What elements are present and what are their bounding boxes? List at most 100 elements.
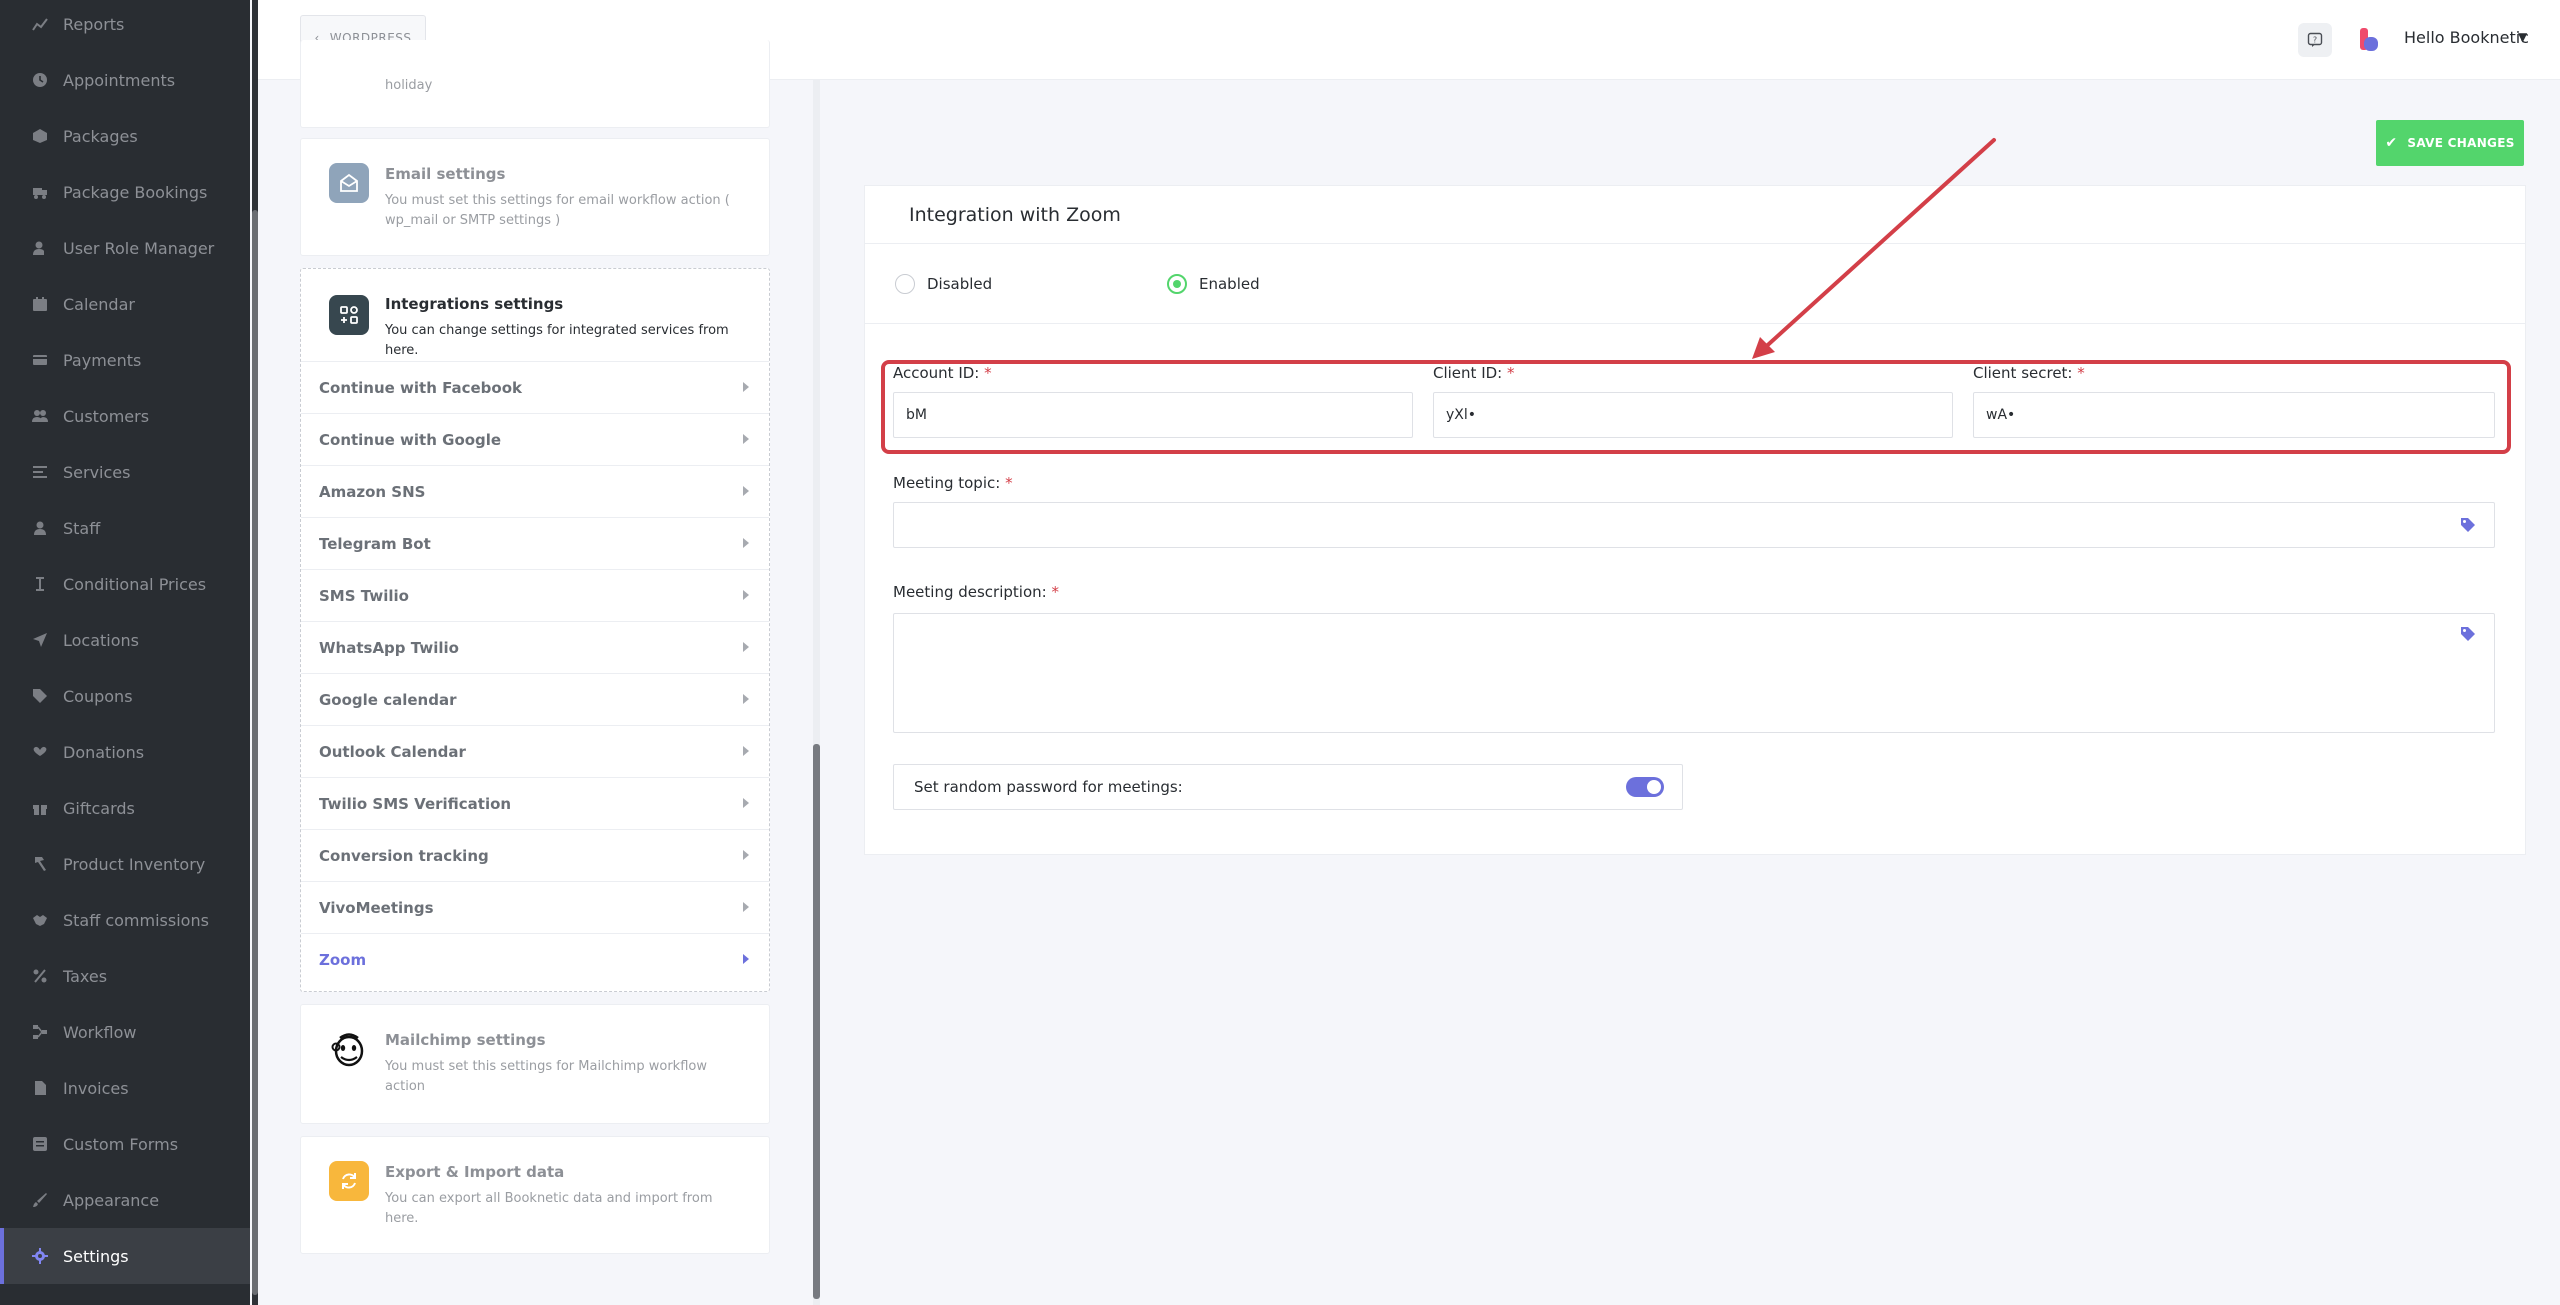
forms-icon (31, 1135, 49, 1153)
export-import-card[interactable]: Export & Import data You can export all … (300, 1136, 770, 1254)
sidebar-item-user-role-manager[interactable]: User Role Manager (0, 220, 250, 276)
sidebar-item-product-inventory[interactable]: Product Inventory (0, 836, 250, 892)
meeting-topic-label: Meeting topic: * (893, 474, 1013, 492)
workflow-icon (31, 1023, 49, 1041)
integration-item-whatsapp-twilio[interactable]: WhatsApp Twilio (301, 621, 769, 673)
caret-right-icon (743, 850, 749, 860)
radio-disabled[interactable]: Disabled (895, 274, 992, 294)
toggle-knob (1647, 780, 1661, 794)
integration-item-vivomeetings[interactable]: VivoMeetings (301, 881, 769, 933)
help-chat-button[interactable]: ? (2298, 23, 2332, 57)
sidebar-item-staff[interactable]: Staff (0, 500, 250, 556)
random-password-row: Set random password for meetings: (893, 764, 1683, 810)
tag-icon[interactable] (2459, 516, 2477, 534)
client-id-input[interactable] (1433, 392, 1953, 438)
sidebar-item-label: Conditional Prices (63, 574, 207, 594)
save-changes-button[interactable]: ✔ SAVE CHANGES (2376, 120, 2524, 166)
chevron-down-icon[interactable]: ▼ (2518, 30, 2527, 44)
meeting-description-input[interactable] (893, 613, 2495, 733)
radio-disabled-label: Disabled (927, 275, 993, 293)
integration-item-amazon-sns[interactable]: Amazon SNS (301, 465, 769, 517)
integration-item-outlook-calendar[interactable]: Outlook Calendar (301, 725, 769, 777)
sidebar-item-reports[interactable]: Reports (0, 0, 250, 52)
sidebar-item-label: Appearance (63, 1190, 160, 1210)
caret-right-icon (743, 538, 749, 548)
meeting-topic-input[interactable] (893, 502, 2495, 548)
envelope-open-icon (329, 163, 369, 203)
sidebar-item-giftcards[interactable]: Giftcards (0, 780, 250, 836)
integration-item-continue-with-google[interactable]: Continue with Google (301, 413, 769, 465)
integration-item-label: Telegram Bot (319, 534, 431, 553)
tag-icon[interactable] (2459, 625, 2477, 643)
sidebar-item-payments[interactable]: Payments (0, 332, 250, 388)
sidebar-scroll-thumb[interactable] (252, 210, 258, 1295)
sidebar-item-packages[interactable]: Packages (0, 108, 250, 164)
sidebar-item-appearance[interactable]: Appearance (0, 1172, 250, 1228)
sidebar-item-label: Taxes (63, 966, 108, 986)
sidebar-item-workflow[interactable]: Workflow (0, 1004, 250, 1060)
sidebar-item-staff-commissions[interactable]: Staff commissions (0, 892, 250, 948)
save-changes-label: SAVE CHANGES (2407, 136, 2515, 150)
radio-disabled-circle[interactable] (895, 274, 915, 294)
client-id-label: Client ID: * (1433, 364, 1515, 382)
radio-enabled[interactable]: Enabled (1167, 274, 1260, 294)
settings-list-scrollbar[interactable] (813, 80, 820, 1305)
caret-right-icon (743, 642, 749, 652)
mailchimp-settings-title: Mailchimp settings (385, 1031, 546, 1049)
hand-heart-icon (31, 743, 49, 761)
sidebar-scrollbar[interactable] (252, 0, 258, 1305)
caret-right-icon (743, 954, 749, 964)
gift-icon (31, 799, 49, 817)
truck-icon (31, 183, 49, 201)
sidebar-item-taxes[interactable]: Taxes (0, 948, 250, 1004)
email-settings-desc: You must set this settings for email wor… (385, 193, 730, 228)
sidebar-item-label: Packages (63, 126, 138, 146)
file-invoice-icon (31, 1079, 49, 1097)
sync-icon (329, 1161, 369, 1201)
mailchimp-settings-card[interactable]: Mailchimp settings You must set this set… (300, 1004, 770, 1124)
radio-enabled-circle[interactable] (1167, 274, 1187, 294)
user-greeting[interactable]: Hello Booknetic (2404, 28, 2529, 47)
sidebar-item-coupons[interactable]: Coupons (0, 668, 250, 724)
export-import-title: Export & Import data (385, 1163, 565, 1181)
handshake-icon (31, 911, 49, 929)
integration-item-telegram-bot[interactable]: Telegram Bot (301, 517, 769, 569)
integration-item-sms-twilio[interactable]: SMS Twilio (301, 569, 769, 621)
mailchimp-icon (329, 1029, 369, 1069)
caret-right-icon (743, 590, 749, 600)
integration-item-continue-with-facebook[interactable]: Continue with Facebook (301, 361, 769, 413)
holiday-card[interactable]: holiday (300, 40, 770, 128)
integration-item-label: Twilio SMS Verification (319, 794, 512, 813)
sidebar-item-locations[interactable]: Locations (0, 612, 250, 668)
client-secret-input[interactable] (1973, 392, 2495, 438)
sidebar: Reports Appointments Packages Package Booki… (0, 0, 250, 1305)
email-settings-title: Email settings (385, 165, 506, 183)
box-icon (31, 127, 49, 145)
check-icon: ✔ (2385, 135, 2398, 151)
sidebar-item-appointments[interactable]: Appointments (0, 52, 250, 108)
sidebar-item-customers[interactable]: Customers (0, 388, 250, 444)
caret-right-icon (743, 798, 749, 808)
email-settings-card[interactable]: Email settings You must set this setting… (300, 138, 770, 256)
account-id-label: Account ID: * (893, 364, 992, 382)
sidebar-item-conditional-prices[interactable]: Conditional Prices (0, 556, 250, 612)
sidebar-item-donations[interactable]: Donations (0, 724, 250, 780)
sidebar-item-services[interactable]: Services (0, 444, 250, 500)
location-arrow-icon (31, 631, 49, 649)
holiday-desc: holiday (385, 78, 433, 93)
integration-item-zoom[interactable]: Zoom (301, 933, 769, 985)
integration-item-google-calendar[interactable]: Google calendar (301, 673, 769, 725)
sidebar-item-custom-forms[interactable]: Custom Forms (0, 1116, 250, 1172)
random-password-toggle[interactable] (1626, 777, 1664, 797)
sidebar-item-settings[interactable]: Settings (0, 1228, 250, 1284)
sidebar-item-invoices[interactable]: Invoices (0, 1060, 250, 1116)
sidebar-item-package-bookings[interactable]: Package Bookings (0, 164, 250, 220)
integration-item-conversion-tracking[interactable]: Conversion tracking (301, 829, 769, 881)
account-id-input[interactable] (893, 392, 1413, 438)
chat-question-icon: ? (2307, 32, 2323, 47)
sidebar-item-label: Payments (63, 350, 142, 370)
integration-item-twilio-sms-verification[interactable]: Twilio SMS Verification (301, 777, 769, 829)
sidebar-item-calendar[interactable]: Calendar (0, 276, 250, 332)
settings-list-scroll-thumb[interactable] (813, 744, 820, 1299)
integration-item-label: Conversion tracking (319, 846, 489, 865)
